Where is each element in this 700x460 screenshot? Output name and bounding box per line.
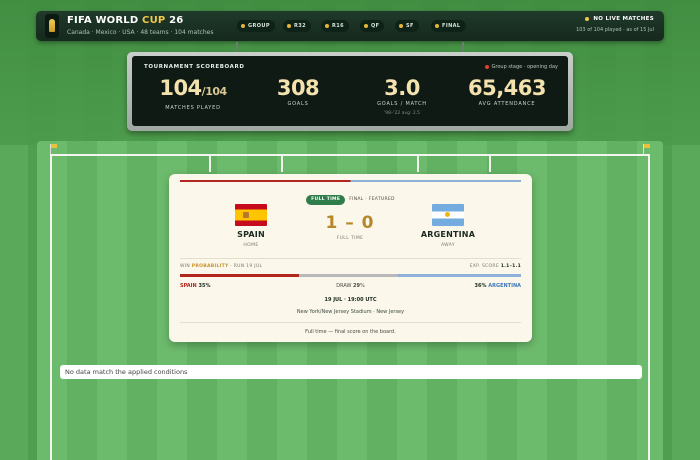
venue: New York/New Jersey Stadium · New Jersey: [296, 309, 405, 315]
stat-matches: 104/104 MATCHES PLAYED: [159, 76, 227, 111]
goal-post: [209, 156, 211, 172]
match-score: 1 – 0 FULL TIME: [300, 213, 400, 241]
tournament-scoreboard: TOURNAMENT SCOREBOARD Group stage · open…: [132, 56, 568, 126]
empty-state-message: No data match the applied conditions: [60, 365, 642, 379]
touchline: [52, 154, 649, 156]
hanging-wire: [462, 42, 464, 52]
app-title: FIFA WORLD CUP 26: [67, 15, 184, 26]
card-accent-bar: [180, 180, 521, 182]
prob-segment-home: [180, 274, 300, 277]
prob-segment-away: [398, 274, 521, 277]
kickoff-time: 19 JUL · 19:00 UTC: [324, 297, 377, 303]
stat-attendance: 65,463 AVG ATTENDANCE: [467, 76, 547, 107]
stat-goals: 308 GOALS: [276, 76, 320, 107]
status-badge: FULL TIME: [306, 194, 346, 205]
goal-post: [489, 156, 491, 172]
divider: [180, 258, 521, 259]
home-team-name: SPAIN: [237, 230, 265, 239]
goal-post: [417, 156, 419, 172]
match-card[interactable]: FULL TIME FINAL · FEATURED SPAIN HOME 1 –…: [169, 174, 532, 342]
goal-post: [281, 156, 283, 172]
live-subtext: 103 of 104 played · as of 15 Jul: [576, 27, 654, 33]
top-header: FIFA WORLD CUP 26 Canada · Mexico · USA …: [36, 11, 664, 41]
final-note: Full time — final score on the board.: [305, 329, 396, 335]
scoreboard-status: Group stage · opening day: [484, 64, 558, 70]
home-team: SPAIN HOME: [211, 204, 291, 248]
expected-score: EXP. SCORE 1.1–1.1: [469, 264, 521, 269]
away-team-name: ARGENTINA: [420, 230, 476, 239]
tab-r32[interactable]: R32: [283, 20, 312, 32]
live-status: NO LIVE MATCHES 103 of 104 played · as o…: [576, 16, 654, 33]
home-team-role: HOME: [243, 243, 259, 248]
app-subtitle: Canada · Mexico · USA · 48 teams · 104 m…: [67, 29, 214, 36]
tab-r16[interactable]: R16: [321, 20, 350, 32]
tab-sf[interactable]: SF: [395, 20, 419, 32]
score-value: 1 – 0: [325, 213, 375, 233]
tab-qf[interactable]: QF: [360, 20, 385, 32]
win-probability-heading: WIN PROBABILITY · RUN 19 JUL: [180, 264, 263, 269]
status-dot-icon: [484, 64, 489, 69]
sideline-right: [648, 154, 650, 460]
corner-flag-icon: [50, 144, 58, 154]
stat-goals-per-match: 3.0 GOALS / MATCH '98–'22 avg: 2.5: [377, 76, 427, 116]
live-dot-icon: [585, 16, 590, 21]
trophy-icon: [45, 14, 59, 38]
prob-away: 36% ARGENTINA: [474, 283, 521, 289]
prob-segment-draw: [299, 274, 399, 277]
scoreboard-title: TOURNAMENT SCOREBOARD: [144, 64, 245, 70]
spain-flag-icon: [235, 204, 267, 226]
live-label: NO LIVE MATCHES: [593, 16, 654, 22]
sideline-left: [50, 154, 52, 460]
hanging-wire: [236, 42, 238, 52]
argentina-flag-icon: [432, 204, 464, 226]
away-team: ARGENTINA AWAY: [408, 204, 488, 248]
match-tag: FINAL · FEATURED: [349, 197, 395, 202]
tab-final[interactable]: FINAL: [431, 20, 466, 32]
score-label: FULL TIME: [336, 236, 364, 241]
divider: [180, 322, 521, 323]
win-probability-bar: [180, 274, 521, 277]
corner-flag-icon: [643, 144, 651, 154]
away-team-role: AWAY: [440, 243, 456, 248]
tab-group[interactable]: GROUP: [237, 20, 275, 32]
